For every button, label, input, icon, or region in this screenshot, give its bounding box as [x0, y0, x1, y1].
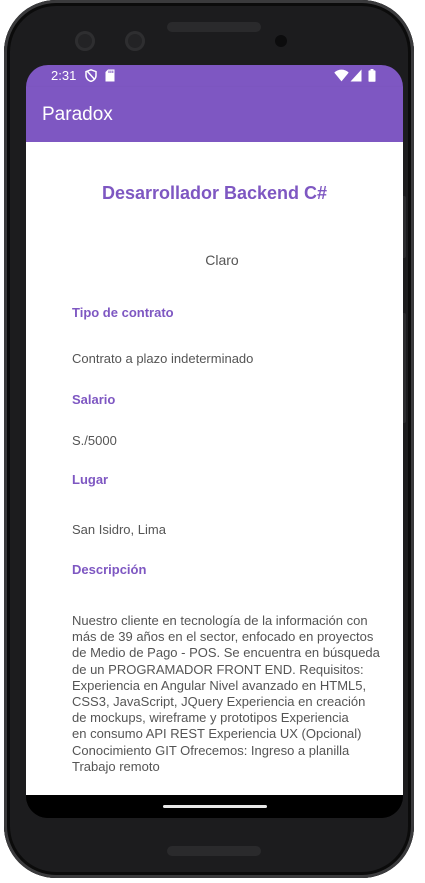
- description-line: Conocimiento GIT Ofrecemos: Ingreso a pl…: [72, 742, 350, 758]
- description-line: CSS3, JavaScript, JQuery Experiencia en …: [72, 694, 366, 710]
- job-detail-content[interactable]: Desarrollador Backend C# Claro Tipo de c…: [26, 142, 403, 795]
- phone-frame: 2:31 Paradox Desarrollador Backend C# Cl…: [4, 0, 414, 878]
- front-camera: [75, 31, 95, 51]
- earpiece-speaker: [167, 22, 261, 32]
- system-navigation-bar: [26, 795, 403, 818]
- description-line: de un PROGRAMADOR FRONT END. Requisitos:: [72, 661, 364, 677]
- contract-type-value: Contrato a plazo indeterminado: [72, 351, 254, 366]
- description-line: de mockups, wireframe y prototipos Exper…: [72, 710, 349, 726]
- description-text: Nuestro cliente en tecnología de la info…: [72, 613, 392, 775]
- job-title: Desarrollador Backend C#: [101, 183, 328, 203]
- sd-card-icon: [105, 69, 115, 82]
- company-name: Claro: [205, 252, 239, 268]
- home-gesture-handle[interactable]: [163, 805, 267, 808]
- description-line: de Medio de Pago - POS. Se encuentra en …: [72, 645, 380, 661]
- battery-icon: [368, 69, 376, 82]
- bottom-speaker: [167, 846, 261, 856]
- phone-screen: 2:31 Paradox Desarrollador Backend C# Cl…: [26, 65, 403, 818]
- description-line: Experiencia en Angular Nivel avanzado en…: [72, 677, 367, 693]
- app-bar: Paradox: [26, 87, 403, 142]
- location-value: San Isidro, Lima: [72, 522, 166, 537]
- description-line: en consumo API REST Experiencia UX (Opci…: [72, 726, 362, 742]
- wifi-icon: [334, 69, 349, 82]
- description-label: Descripción: [72, 562, 147, 577]
- front-camera-secondary: [125, 31, 145, 51]
- description-line: Nuestro cliente en tecnología de la info…: [72, 613, 368, 628]
- status-time: 2:31: [51, 68, 77, 83]
- proximity-sensor: [275, 35, 287, 47]
- signal-icon: [350, 69, 362, 82]
- location-label: Lugar: [72, 472, 109, 487]
- shield-icon: [85, 69, 97, 82]
- description-line: Trabajo remoto: [72, 758, 160, 774]
- salary-value: S./5000: [72, 433, 117, 448]
- contract-type-label: Tipo de contrato: [72, 305, 174, 320]
- status-bar: 2:31: [26, 65, 403, 87]
- app-title: Paradox: [42, 104, 113, 125]
- salary-label: Salario: [72, 392, 116, 407]
- description-line: más de 39 años en el sector, enfocado en…: [72, 629, 374, 645]
